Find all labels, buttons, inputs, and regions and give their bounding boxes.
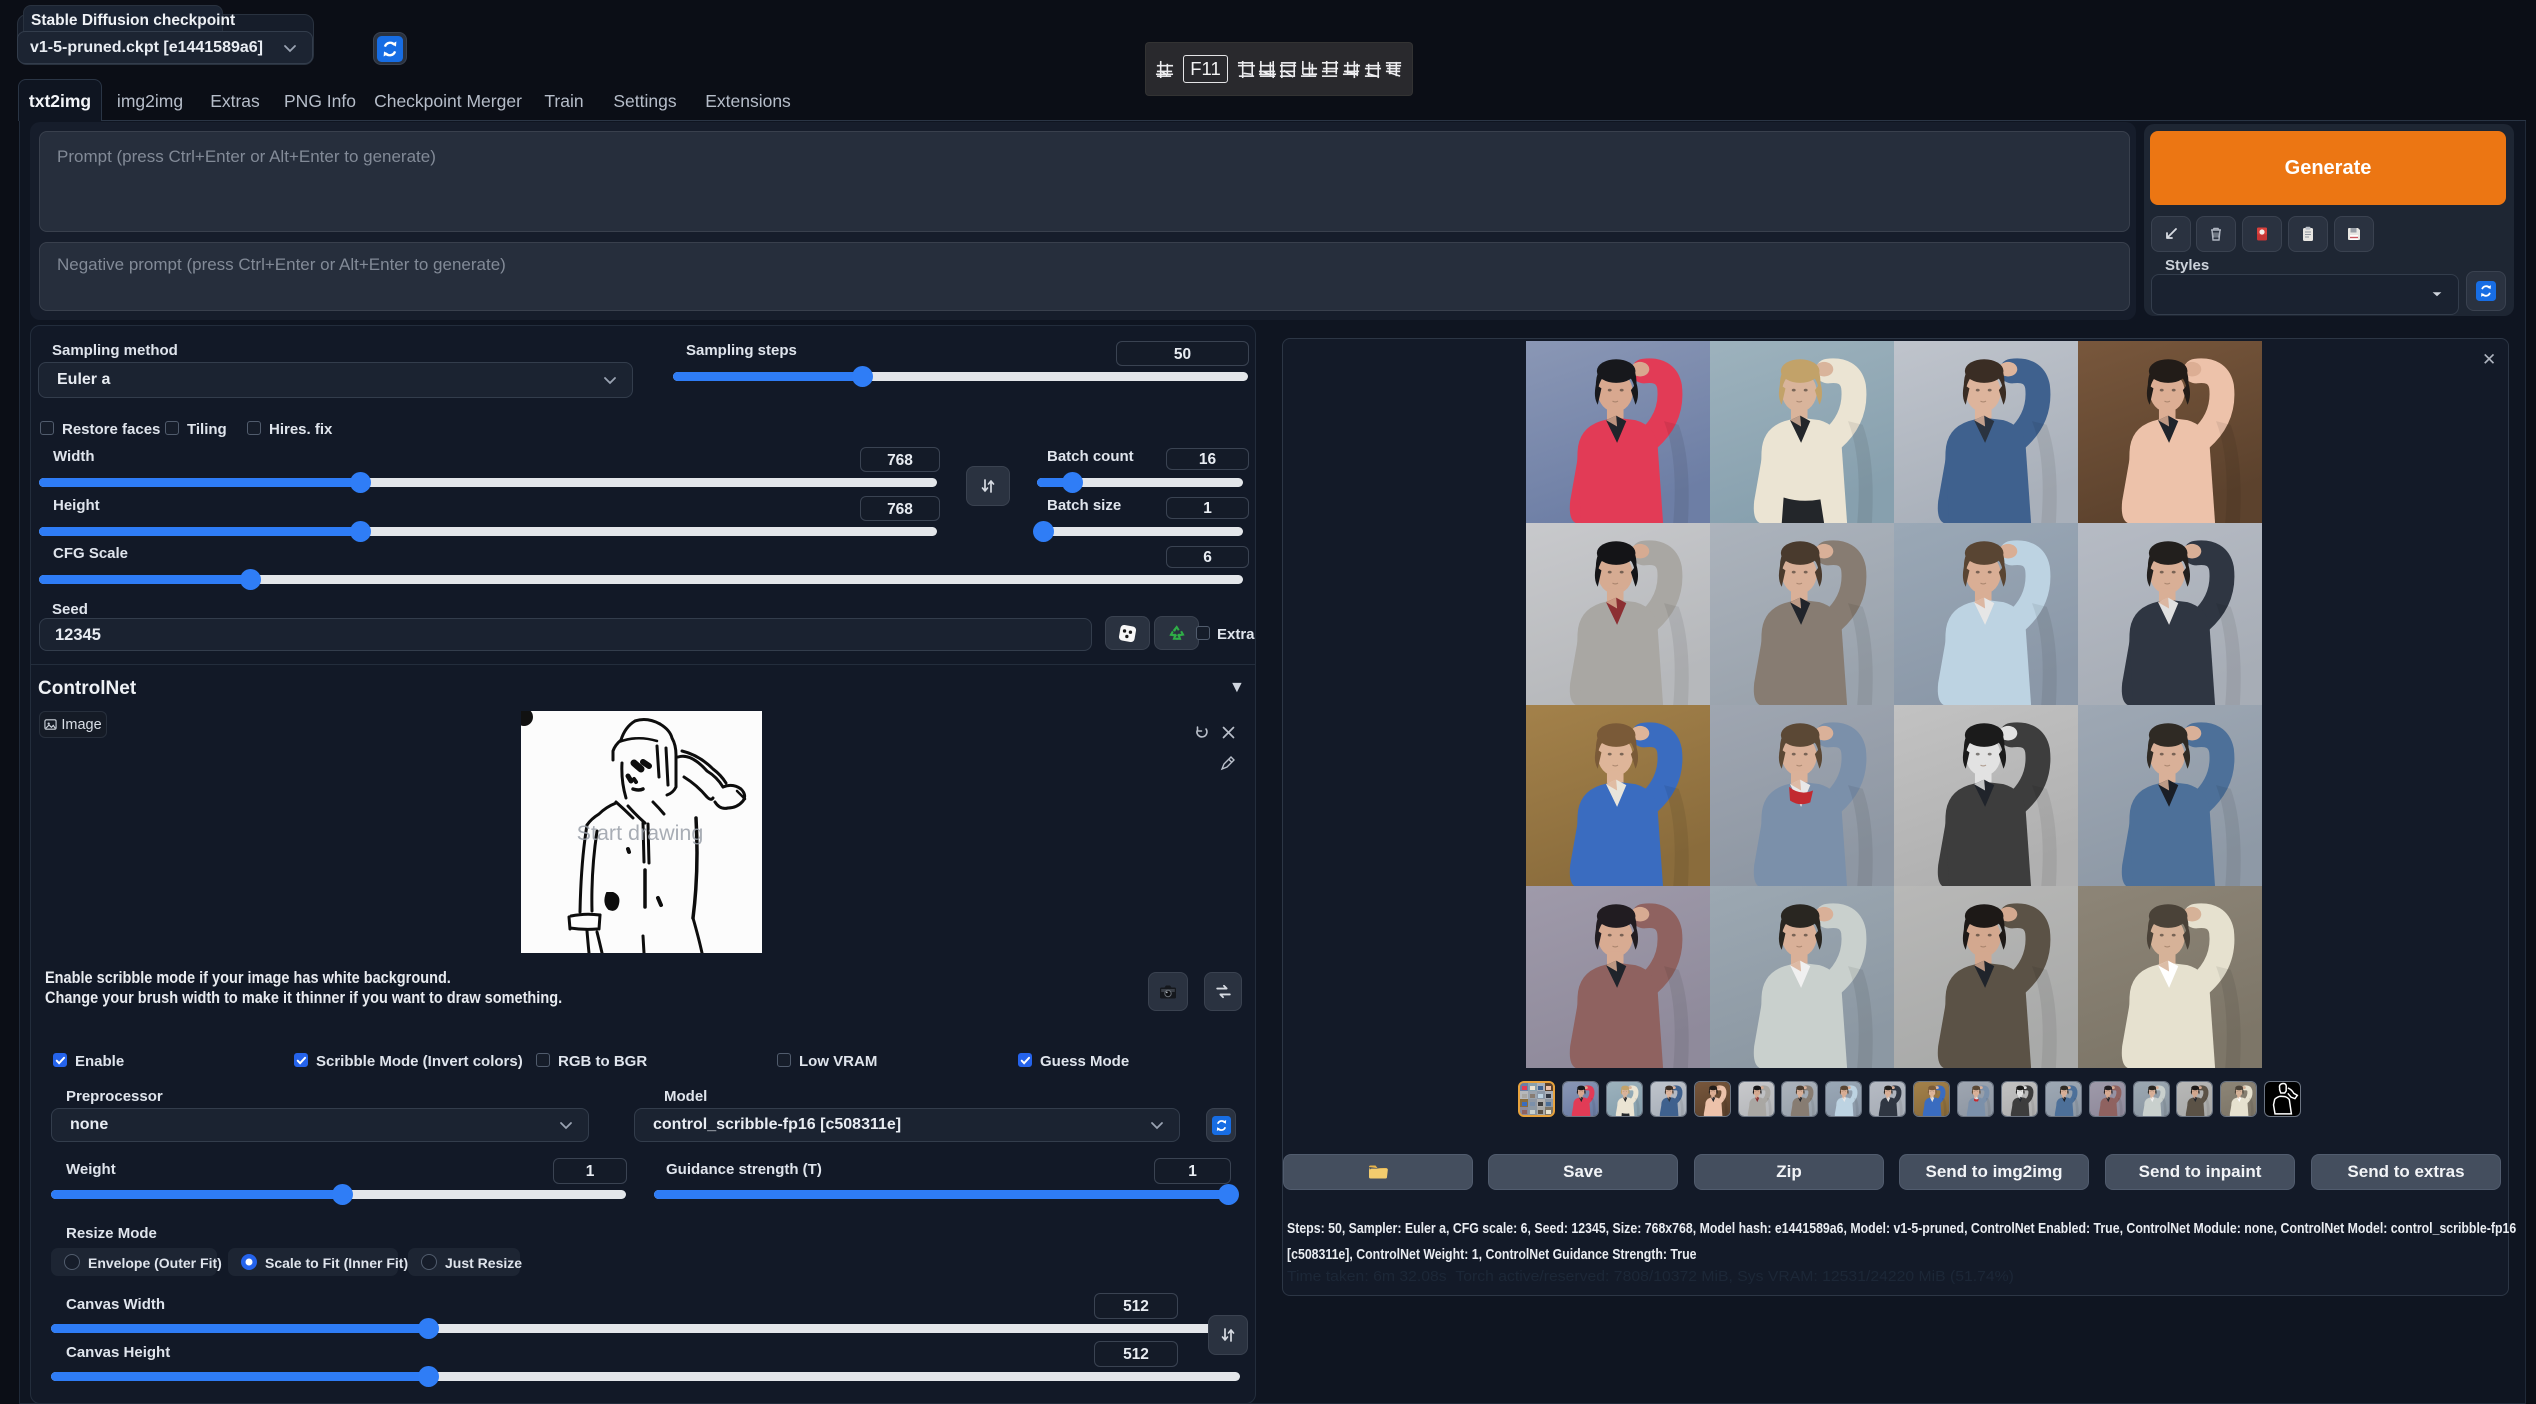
svg-text:Start drawing: Start drawing: [577, 821, 704, 845]
